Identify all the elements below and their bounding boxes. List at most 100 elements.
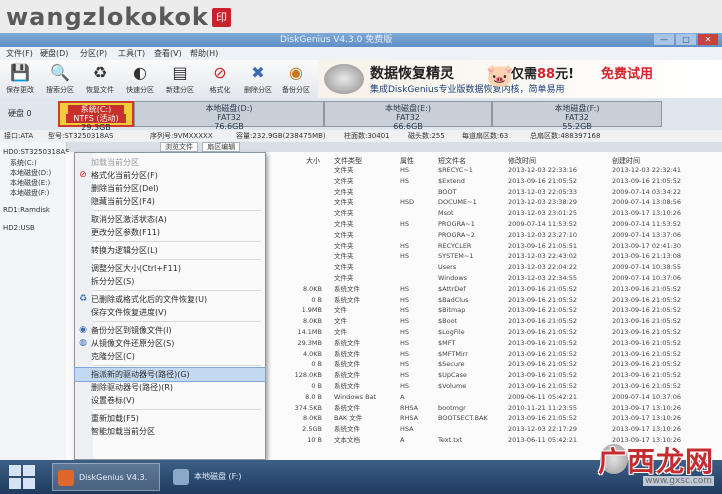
cell-attr: A [400,436,405,444]
tree-item[interactable]: RD1:Ramdisk [3,206,50,214]
tree-item[interactable]: 系统(C:) [10,158,37,168]
context-menu-item[interactable]: 加载当前分区 [75,156,265,169]
watermark-text: wangzlokokok [6,3,209,31]
column-header[interactable]: 文件类型 [334,156,362,166]
new-partition-button[interactable]: ▤ 新建分区 [166,63,194,95]
window-titlebar[interactable]: DiskGenius V4.3.0 免费版 — □ ✕ [0,33,722,47]
context-menu-item[interactable]: ◍ 从镜像文件还原分区(S) [75,337,265,350]
format-button[interactable]: ⊘ 格式化 [206,63,234,95]
cell-created: 2013-09-16 21:05:52 [612,360,682,369]
column-header[interactable]: 修改时间 [508,156,536,166]
disk-capacity: 容量:232.9GB(238475MB) [236,132,326,140]
cell-created: 2013-09-17 13:10:26 [612,414,682,423]
partition-d[interactable]: 本地磁盘(D:) FAT32 76.6GB [134,101,324,131]
context-menu-item[interactable]: 指派新的驱动器号(路径)(G) [74,367,266,382]
menu-separator [93,365,261,366]
cell-size: 8.0KB [302,414,322,423]
context-menu-item[interactable]: 保存文件恢复进度(V) [75,306,265,319]
cell-short-name: $BadClus [438,295,469,304]
disk-model: 型号:ST3250318AS [48,132,114,140]
menu-separator [93,321,261,322]
partition-f[interactable]: 本地磁盘(F:) FAT32 55.2GB [492,101,662,131]
tree-item[interactable]: 本地磁盘(D:) [10,168,51,178]
tree-item[interactable]: HD2:USB [3,224,35,232]
column-header[interactable]: 创建时间 [612,156,640,166]
cell-type: 文件夹 [334,230,354,239]
tree-item[interactable]: 本地磁盘(E:) [10,178,50,188]
watermark-seal: 印 [212,8,231,27]
backup-icon: ◉ [289,63,303,82]
partition-e[interactable]: 本地磁盘(E:) FAT32 66.6GB [324,101,492,131]
context-menu-item[interactable]: ◉ 备份分区到镜像文件(I) [75,324,265,337]
context-menu-item[interactable]: 删除驱动器号(路径)(R) [75,381,265,394]
context-menu-label: 已删除或格式化后的文件恢复(U) [91,295,208,304]
delete-partition-button[interactable]: ✖ 删除分区 [244,63,272,95]
column-header[interactable]: 短文件名 [438,156,466,166]
disk-tree: HD0:ST3250318AS 系统(C:) 本地磁盘(D:) 本地磁盘(E:)… [0,142,70,460]
cell-type: 文件夹 [334,187,354,196]
menu-disk[interactable]: 硬盘(D) [40,47,68,60]
tree-item[interactable]: HD0:ST3250318AS [3,148,70,156]
context-menu-item[interactable]: ♻ 已删除或格式化后的文件恢复(U) [75,293,265,306]
tab-browse-files[interactable]: 浏览文件 [160,142,198,152]
cell-modified: 2009-07-14 11:53:52 [508,220,578,228]
logo-url: www.gxsc.com [643,476,714,486]
taskbar-diskgenius[interactable]: DiskGenius V4.3. [52,463,160,491]
context-menu-item[interactable]: 拆分分区(S) [75,275,265,288]
cell-short-name: Users [438,263,457,272]
cell-short-name: $MFT [438,338,456,347]
start-button[interactable] [6,463,40,491]
search-partition-button[interactable]: 🔍 搜索分区 [46,63,74,95]
context-menu-label: 格式化当前分区(F) [91,171,158,180]
ad-free-trial[interactable]: 免费试用 [601,63,653,82]
context-menu-item[interactable]: ⊘ 格式化当前分区(F) [75,169,265,182]
cell-size: 8.0KB [302,284,322,293]
cell-short-name: bootmgr [438,403,466,412]
context-menu-item[interactable]: 重新加载(F5) [75,412,265,425]
cell-modified: 2010-11-21 11:23:55 [508,403,578,412]
menu-tools[interactable]: 工具(T) [118,47,145,60]
minimize-button[interactable]: — [654,34,674,45]
toolbar-label: 格式化 [209,86,231,94]
cell-short-name: Windows [438,274,468,282]
context-menu-item[interactable]: 智能加载当前分区 [75,425,265,438]
context-menu-item[interactable]: 更改分区参数(F11) [75,226,265,239]
partition-c[interactable]: 系统(C:) NTFS (活动) 29.3GB [58,101,134,132]
column-header[interactable]: 大小 [306,156,320,166]
menu-file[interactable]: 文件(F) [6,47,33,60]
quick-partition-button[interactable]: ◐ 快速分区 [126,63,154,95]
backup-partition-button[interactable]: ◉ 备份分区 [282,63,310,95]
column-header[interactable]: 属性 [400,156,414,166]
cell-created: 2013-12-03 22:32:41 [612,166,682,174]
menu-partition[interactable]: 分区(P) [80,47,107,60]
save-button[interactable]: 💾 保存更改 [6,63,34,95]
context-menu-item[interactable]: 设置卷标(V) [75,394,265,407]
tree-item[interactable]: 本地磁盘(F:) [10,188,49,198]
backup-icon: ◉ [79,325,87,335]
context-menu-label: 取消分区激活状态(A) [91,215,167,224]
context-menu-item[interactable]: 删除当前分区(Del) [75,182,265,195]
close-button[interactable]: ✕ [698,34,718,45]
context-menu-item[interactable]: 取消分区激活状态(A) [75,213,265,226]
context-menu-item[interactable]: 调整分区大小(Ctrl+F11) [75,262,265,275]
cell-attr: HS [400,371,410,380]
context-menu-item[interactable]: 克隆分区(C) [75,350,265,363]
cell-modified: 2009-06-11 05:42:21 [508,392,578,401]
taskbar-explorer[interactable]: 本地磁盘 (F:) [168,463,268,491]
cell-type: 系统文件 [334,295,360,304]
ad-banner[interactable]: 数据恢复精灵 集成DiskGenius专业版数据恢复内核，简单易用 🐷 仅需88… [318,60,722,98]
recover-files-button[interactable]: ♻ 恢复文件 [86,63,114,95]
context-menu-item[interactable]: 转换为逻辑分区(L) [75,244,265,257]
maximize-button[interactable]: □ [676,34,696,45]
cell-short-name: PROGRA~2 [438,230,475,239]
menu-view[interactable]: 查看(V) [154,47,182,60]
taskbar-label: DiskGenius V4.3. [79,473,148,482]
menu-help[interactable]: 帮助(H) [190,47,218,60]
cell-created: 2013-09-16 21:05:52 [612,349,682,358]
windows-logo-icon [9,465,21,476]
cell-type: 文件夹 [334,166,354,174]
context-menu-label: 克隆分区(C) [91,352,135,361]
cell-attr: HS [400,176,410,185]
tab-sector-editor[interactable]: 扇区编辑 [202,142,241,152]
context-menu-item[interactable]: 隐藏当前分区(F4) [75,195,265,208]
